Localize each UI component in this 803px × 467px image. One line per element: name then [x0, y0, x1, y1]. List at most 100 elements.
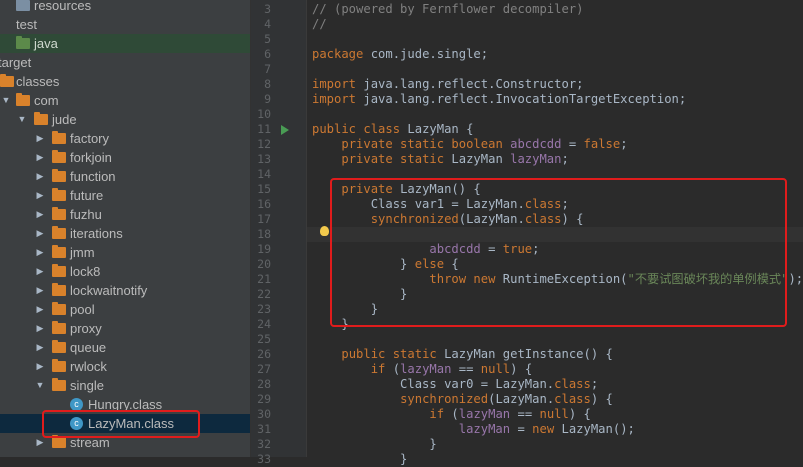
line-number: 32 — [257, 437, 271, 451]
chevron-right-icon[interactable]: ▶ — [34, 338, 46, 357]
tree-item-label: rwlock — [70, 359, 107, 374]
intention-bulb-icon[interactable] — [320, 226, 329, 236]
code-line[interactable]: lazyMan = new LazyMan(); — [312, 422, 635, 437]
resources-folder-icon — [16, 0, 30, 11]
code-line[interactable]: public static LazyMan getInstance() { — [312, 347, 613, 362]
folder-icon — [0, 74, 14, 87]
code-line[interactable]: private static LazyMan lazyMan; — [312, 152, 568, 167]
tree-item-fuzhu[interactable]: ▶ fuzhu — [0, 205, 250, 224]
line-number: 9 — [264, 92, 271, 106]
line-number: 4 — [264, 17, 271, 31]
folder-icon — [52, 359, 66, 372]
tree-item-pool[interactable]: ▶ pool — [0, 300, 250, 319]
code-line[interactable]: package com.jude.single; — [312, 47, 488, 62]
line-number: 3 — [264, 2, 271, 16]
line-number: 25 — [257, 332, 271, 346]
tree-item-label: lockwaitnotify — [70, 283, 148, 298]
chevron-right-icon[interactable]: ▶ — [34, 148, 46, 167]
folder-icon — [52, 321, 66, 334]
folder-icon — [34, 112, 48, 125]
folder-icon — [52, 150, 66, 163]
folder-icon — [52, 207, 66, 220]
code-line[interactable]: // — [312, 17, 327, 32]
chevron-right-icon[interactable]: ▶ — [34, 357, 46, 376]
chevron-right-icon[interactable]: ▶ — [34, 243, 46, 262]
tree-item-label: java — [34, 36, 58, 51]
tree-item-single[interactable]: ▼ single — [0, 376, 250, 395]
tree-item-label: jmm — [70, 245, 95, 260]
line-number: 6 — [264, 47, 271, 61]
tree-item-queue[interactable]: ▶ queue — [0, 338, 250, 357]
chevron-right-icon[interactable]: ▶ — [34, 224, 46, 243]
code-line[interactable]: if (lazyMan == null) { — [312, 362, 532, 377]
code-line[interactable]: import java.lang.reflect.InvocationTarge… — [312, 92, 686, 107]
tree-item-label: future — [70, 188, 104, 203]
chevron-right-icon[interactable]: ▶ — [34, 129, 46, 148]
tree-item-test[interactable]: test — [0, 15, 250, 34]
line-number: 26 — [257, 347, 271, 361]
line-number: 23 — [257, 302, 271, 316]
tree-item-iterations[interactable]: ▶ iterations — [0, 224, 250, 243]
tree-item-jude[interactable]: ▼ jude — [0, 110, 250, 129]
tree-item-label: iterations — [70, 226, 123, 241]
tree-item-classes[interactable]: classes — [0, 72, 250, 91]
tree-item-label: proxy — [70, 321, 102, 336]
line-number: 7 — [264, 62, 271, 76]
code-line[interactable]: import java.lang.reflect.Constructor; — [312, 77, 584, 92]
chevron-right-icon[interactable]: ▶ — [34, 205, 46, 224]
chevron-right-icon[interactable]: ▶ — [34, 186, 46, 205]
line-number: 18 — [257, 227, 271, 241]
chevron-right-icon[interactable]: ▶ — [34, 262, 46, 281]
folder-icon — [52, 283, 66, 296]
code-line[interactable]: if (lazyMan == null) { — [312, 407, 590, 422]
tree-item-label: test — [16, 17, 37, 32]
chevron-down-icon[interactable]: ▼ — [34, 376, 46, 395]
tree-item-label: queue — [70, 340, 107, 355]
tree-item-lockwaitnotify[interactable]: ▶ lockwaitnotify — [0, 281, 250, 300]
chevron-right-icon[interactable]: ▶ — [34, 281, 46, 300]
folder-icon — [16, 93, 30, 106]
tree-item-lock8[interactable]: ▶ lock8 — [0, 262, 250, 281]
line-number: 28 — [257, 377, 271, 391]
tree-item-forkjoin[interactable]: ▶ forkjoin — [0, 148, 250, 167]
line-number: 17 — [257, 212, 271, 226]
tree-item-com[interactable]: ▼ com — [0, 91, 250, 110]
line-number: 21 — [257, 272, 271, 286]
line-number: 30 — [257, 407, 271, 421]
code-line[interactable]: synchronized(LazyMan.class) { — [312, 392, 613, 407]
selected-file-highlight-box — [42, 410, 200, 438]
folder-icon — [52, 169, 66, 182]
code-line[interactable]: } — [312, 452, 407, 467]
tree-item-target[interactable]: target — [0, 53, 250, 72]
folder-icon — [52, 131, 66, 144]
constructor-highlight-box — [330, 178, 787, 327]
code-line[interactable]: private static boolean abcdcdd = false; — [312, 137, 627, 152]
tree-item-label: pool — [70, 302, 95, 317]
tree-item-factory[interactable]: ▶ factory — [0, 129, 250, 148]
tree-item-java[interactable]: java — [0, 34, 250, 53]
chevron-right-icon[interactable]: ▶ — [34, 319, 46, 338]
run-gutter-icon[interactable] — [281, 125, 289, 135]
line-number: 5 — [264, 32, 271, 46]
tree-item-jmm[interactable]: ▶ jmm — [0, 243, 250, 262]
code-line[interactable]: Class var0 = LazyMan.class; — [312, 377, 598, 392]
tree-item-future[interactable]: ▶ future — [0, 186, 250, 205]
code-line[interactable]: } — [312, 437, 436, 452]
chevron-right-icon[interactable]: ▶ — [34, 300, 46, 319]
line-number: 24 — [257, 317, 271, 331]
chevron-down-icon[interactable]: ▼ — [0, 91, 12, 110]
line-number: 13 — [257, 152, 271, 166]
tree-item-rwlock[interactable]: ▶ rwlock — [0, 357, 250, 376]
line-number: 16 — [257, 197, 271, 211]
line-number: 29 — [257, 392, 271, 406]
tree-item-function[interactable]: ▶ function — [0, 167, 250, 186]
folder-icon — [52, 340, 66, 353]
line-number: 33 — [257, 452, 271, 466]
tree-item-resources[interactable]: resources — [0, 0, 250, 15]
code-line[interactable]: public class LazyMan { — [312, 122, 473, 137]
tree-item-proxy[interactable]: ▶ proxy — [0, 319, 250, 338]
tree-item-label: com — [34, 93, 59, 108]
chevron-right-icon[interactable]: ▶ — [34, 167, 46, 186]
code-line[interactable]: // (powered by Fernflower decompiler) — [312, 2, 584, 17]
chevron-down-icon[interactable]: ▼ — [16, 110, 28, 129]
